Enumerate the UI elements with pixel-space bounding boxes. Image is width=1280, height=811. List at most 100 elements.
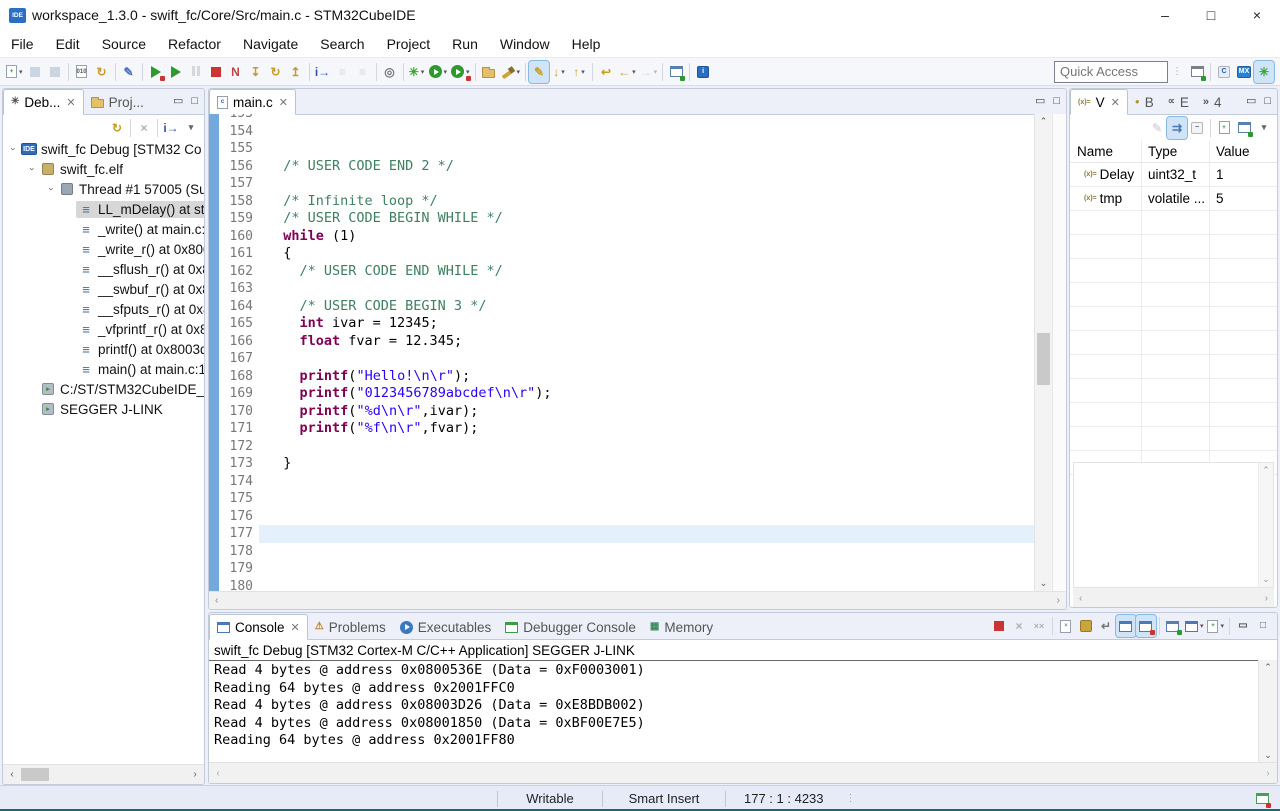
variable-row-Delay[interactable]: (x)= Delay uint32_t 1 (1070, 163, 1277, 187)
scroll-down-icon[interactable]: ⌄ (1259, 748, 1277, 763)
terminate-icon[interactable] (206, 61, 226, 83)
step-into-icon[interactable]: ↧ (246, 61, 266, 83)
scrollbar-thumb[interactable] (1037, 333, 1050, 385)
collapse-all-icon[interactable]: − (1187, 117, 1207, 139)
scroll-up-icon[interactable]: ⌃ (1259, 660, 1277, 675)
show-execution-point-icon[interactable]: ≡ (333, 61, 353, 83)
open-console-icon[interactable]: + ▾ (1205, 615, 1226, 637)
menu-project[interactable]: Project (376, 30, 442, 57)
new-window-icon[interactable] (666, 61, 686, 83)
detail-hscrollbar[interactable]: ‹ › (1073, 588, 1274, 607)
debug-tree-item[interactable]: ▸ C:/ST/STM32CubeIDE_1 (3, 379, 204, 399)
show-stderr-icon[interactable] (1134, 614, 1157, 638)
debug-tree-item[interactable]: ≡ __sfputs_r() at 0x8 (3, 299, 204, 319)
debug-panel-hscrollbar[interactable]: ‹ › (3, 764, 204, 784)
refresh-icon[interactable]: ↻ (92, 61, 112, 83)
scroll-left-icon[interactable]: ‹ (209, 768, 227, 779)
instruction-stepping-icon[interactable]: i→ (313, 61, 333, 83)
menu-run[interactable]: Run (441, 30, 489, 57)
new-view-icon[interactable]: + (1214, 117, 1234, 139)
variable-row-tmp[interactable]: (x)= tmp volatile ... 5 (1070, 187, 1277, 211)
menu-source[interactable]: Source (91, 30, 157, 57)
scroll-up-icon[interactable]: ⌃ (1035, 114, 1052, 129)
column-header-name[interactable]: Name (1070, 140, 1142, 162)
minimize-window-button[interactable]: – (1142, 0, 1188, 30)
remove-all-terminated-icon[interactable]: × (134, 117, 154, 139)
console-tab-console[interactable]: Console ✕ (209, 614, 308, 640)
debug-tree-item[interactable]: ≡ _write_r() at 0x800 (3, 239, 204, 259)
console-tab-problems[interactable]: ⚠ Problems (308, 615, 393, 639)
maximize-view-icon[interactable]: □ (1253, 615, 1273, 637)
expander-icon[interactable]: › (9, 144, 19, 155)
remove-all-terminated-icon[interactable]: ×× (1029, 615, 1049, 637)
background-operations-icon[interactable] (1252, 788, 1272, 810)
scroll-left-icon[interactable]: ‹ (215, 595, 218, 606)
reset-chip-icon[interactable]: ◎ (380, 61, 400, 83)
console-vscrollbar[interactable]: ⌃ ⌄ (1258, 660, 1277, 763)
cpp-perspective-icon[interactable]: C (1214, 61, 1234, 83)
console-tab-debugger-console[interactable]: Debugger Console (498, 615, 643, 639)
menu-navigate[interactable]: Navigate (232, 30, 309, 57)
debug-tree-item[interactable]: ≡ __swbuf_r() at 0x8 (3, 279, 204, 299)
display-console-icon[interactable]: ▾ (1183, 615, 1206, 637)
instruction-stepping-icon[interactable]: i→ (161, 117, 181, 139)
debug-perspective-icon[interactable]: ✳ (1253, 59, 1275, 84)
close-tab-icon[interactable]: ✕ (291, 621, 300, 634)
minimize-view-icon[interactable]: ▭ (173, 96, 183, 107)
c-file-icon[interactable]: c (217, 95, 228, 109)
scroll-lock-icon[interactable] (1076, 615, 1096, 637)
mx-perspective-icon[interactable]: MX (1234, 61, 1254, 83)
executables-view-icon[interactable] (399, 620, 413, 634)
close-tab-icon[interactable]: ✕ (279, 96, 288, 109)
expander-icon[interactable]: › (47, 184, 57, 195)
debug-tree-item[interactable]: › swift_fc.elf (3, 159, 204, 179)
close-window-button[interactable]: × (1234, 0, 1280, 30)
menu-edit[interactable]: Edit (45, 30, 91, 57)
menu-refactor[interactable]: Refactor (157, 30, 232, 57)
close-tab-icon[interactable]: ✕ (1111, 96, 1120, 109)
variables-table-header[interactable]: Name Type Value (1070, 140, 1277, 163)
debug-tree-item[interactable]: ≡ LL_mDelay() at str (3, 199, 204, 219)
breakpoints-view-icon[interactable]: ● (1135, 98, 1140, 106)
scroll-down-icon[interactable]: ⌄ (1035, 576, 1052, 591)
open-new-view-icon[interactable] (1234, 117, 1254, 139)
scrollbar-thumb[interactable] (21, 768, 49, 781)
build-binary-icon[interactable]: 010 (72, 61, 92, 83)
debug-tree-item[interactable]: ≡ _write() at main.c: (3, 219, 204, 239)
vars-tab-b[interactable]: ● B (1128, 90, 1161, 114)
debug-tree-item[interactable]: › IDE swift_fc Debug [STM32 Co (3, 139, 204, 159)
minimize-view-icon[interactable]: ▭ (1035, 96, 1045, 107)
show-stdout-icon[interactable] (1114, 614, 1137, 638)
save-all-icon[interactable] (45, 61, 65, 83)
code-editor[interactable]: /* USER CODE END 2 */ /* Infinite loop *… (259, 114, 1034, 591)
suspend-icon[interactable] (186, 61, 206, 83)
vars-tab-4[interactable]: » 4 (1196, 90, 1229, 114)
console-tab-memory[interactable]: ▦ Memory (643, 615, 720, 639)
restart-icon[interactable] (146, 61, 166, 83)
console-view-icon[interactable] (217, 621, 230, 633)
open-element-icon[interactable] (479, 61, 499, 83)
debug-tree-item[interactable]: ≡ __sflush_r() at 0x8 (3, 259, 204, 279)
column-header-type[interactable]: Type (1142, 140, 1210, 162)
editor-gutter[interactable]: 1531541551561571581591601611621631641651… (209, 114, 259, 591)
last-edit-location-icon[interactable]: ↩ (596, 61, 616, 83)
project-explorer-icon[interactable] (90, 96, 104, 108)
variables-view-icon[interactable]: (x)= (1078, 99, 1091, 106)
step-over-icon[interactable]: ↻ (266, 61, 286, 83)
console-hscrollbar[interactable]: ‹ › (209, 762, 1277, 783)
menu-search[interactable]: Search (309, 30, 375, 57)
info-icon[interactable]: i (693, 61, 713, 83)
resume-icon[interactable] (166, 61, 186, 83)
new-wizard-icon[interactable]: + ▾ (4, 61, 25, 83)
minimize-view-icon[interactable]: ▭ (1233, 615, 1253, 637)
debug-icon[interactable]: ✳ ▾ (407, 61, 427, 83)
expander-icon[interactable]: › (28, 164, 38, 175)
editor-tab-main-c[interactable]: c main.c ✕ (209, 89, 296, 115)
maximize-view-icon[interactable]: □ (191, 96, 198, 107)
column-header-value[interactable]: Value (1210, 140, 1277, 162)
run-icon[interactable]: ▾ (427, 61, 450, 83)
editor-vscrollbar[interactable]: ⌃ ⌄ (1034, 114, 1052, 591)
open-perspective-icon[interactable] (1187, 61, 1207, 83)
terminate-icon[interactable] (989, 615, 1009, 637)
overview-ruler[interactable] (1052, 114, 1066, 591)
